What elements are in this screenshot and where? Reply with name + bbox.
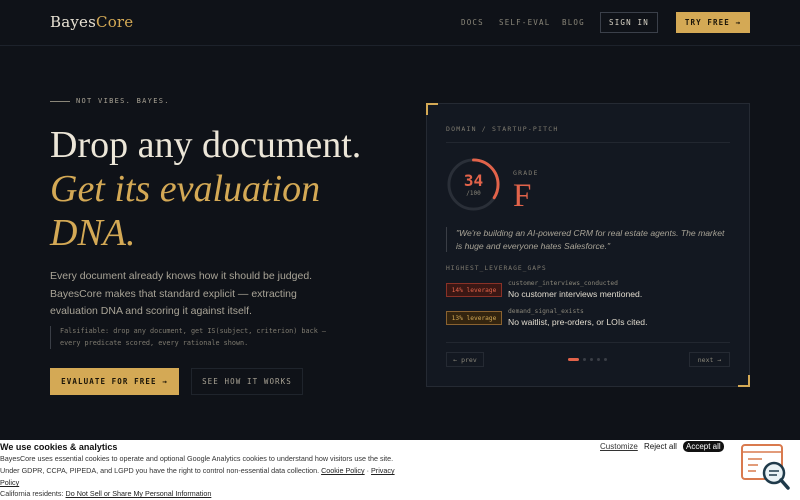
carousel-dot[interactable] xyxy=(604,358,607,361)
card-divider xyxy=(446,142,730,143)
next-button[interactable]: next → xyxy=(689,352,730,367)
see-how-it-works-button[interactable]: SEE HOW IT WORKS xyxy=(191,368,303,395)
score-value: 34 xyxy=(463,171,484,190)
hero-lede: Every document already knows how it shou… xyxy=(50,270,313,317)
leverage-badge: 14% leverage xyxy=(446,283,502,297)
card-domain-label: DOMAIN / STARTUP-PITCH xyxy=(446,125,559,133)
hero-headline-italic: Get its evaluation DNA. xyxy=(50,168,321,254)
pitch-quote: "We're building an AI-powered CRM for re… xyxy=(446,227,728,252)
reject-all-button[interactable]: Reject all xyxy=(644,442,677,451)
prev-button[interactable]: ← prev xyxy=(446,352,484,367)
california-prefix: California residents: xyxy=(0,489,66,498)
evaluate-free-button[interactable]: EVALUATE FOR FREE → xyxy=(50,368,179,395)
gap-key: customer_interviews_conducted xyxy=(508,280,618,287)
score-max: /100 xyxy=(466,190,481,197)
gap-key: demand_signal_exists xyxy=(508,308,584,315)
gap-description: No customer interviews mentioned. xyxy=(508,289,643,299)
leverage-badge: 13% leverage xyxy=(446,311,502,325)
card-divider xyxy=(446,342,730,343)
grade-value: F xyxy=(513,178,532,214)
cookie-policy-link[interactable]: Cookie Policy xyxy=(321,466,365,475)
nav-link-blog[interactable]: BLOG xyxy=(562,18,585,27)
customize-cookies-button[interactable]: Customize xyxy=(600,442,638,451)
cookie-body: BayesCore uses essential cookies to oper… xyxy=(0,453,410,489)
eyebrow-text: NOT VIBES. BAYES. xyxy=(76,97,170,105)
logo-main: Bayes xyxy=(50,13,97,31)
gap-description: No waitlist, pre-orders, or LOIs cited. xyxy=(508,317,648,327)
hero-headline: Drop any document. xyxy=(50,124,362,166)
accept-all-button[interactable]: Accept all xyxy=(683,441,724,452)
carousel-dots xyxy=(568,358,607,361)
top-nav: BayesCore DOCS SELF-EVAL BLOG SIGN IN TR… xyxy=(0,0,800,46)
eyebrow-rule xyxy=(50,100,70,102)
california-notice: California residents: Do Not Sell or Sha… xyxy=(0,489,211,498)
try-free-button[interactable]: TRY FREE → xyxy=(676,12,750,33)
sign-in-button[interactable]: SIGN IN xyxy=(600,12,658,33)
grade-label: GRADE xyxy=(513,169,539,177)
carousel-dot[interactable] xyxy=(590,358,593,361)
carousel-dot[interactable] xyxy=(597,358,600,361)
cookie-banner: We use cookies & analytics BayesCore use… xyxy=(0,440,800,500)
gap-item: 13% leverage demand_signal_exists No wai… xyxy=(446,308,736,332)
gap-item: 14% leverage customer_interviews_conduct… xyxy=(446,280,736,304)
logo-accent: Core xyxy=(96,13,134,31)
card-corner-bottom-right xyxy=(738,375,750,387)
carousel-dot-active[interactable] xyxy=(568,358,579,361)
hero-eyebrow: NOT VIBES. BAYES. xyxy=(50,97,170,105)
evaluation-demo-card: DOMAIN / STARTUP-PITCH 34 /100 GRADE F "… xyxy=(426,103,750,387)
gaps-title: HIGHEST_LEVERAGE_GAPS xyxy=(446,265,547,272)
card-corner-top-left xyxy=(426,103,438,115)
carousel-dot[interactable] xyxy=(583,358,586,361)
chat-search-icon[interactable] xyxy=(740,443,792,491)
logo[interactable]: BayesCore xyxy=(50,13,133,31)
falsifiable-note: Falsifiable: drop any document, get IS(s… xyxy=(50,326,335,349)
nav-link-docs[interactable]: DOCS xyxy=(461,18,484,27)
do-not-sell-link[interactable]: Do Not Sell or Share My Personal Informa… xyxy=(66,489,212,498)
nav-link-self-eval[interactable]: SELF-EVAL xyxy=(499,18,550,27)
cookie-title: We use cookies & analytics xyxy=(0,442,118,452)
